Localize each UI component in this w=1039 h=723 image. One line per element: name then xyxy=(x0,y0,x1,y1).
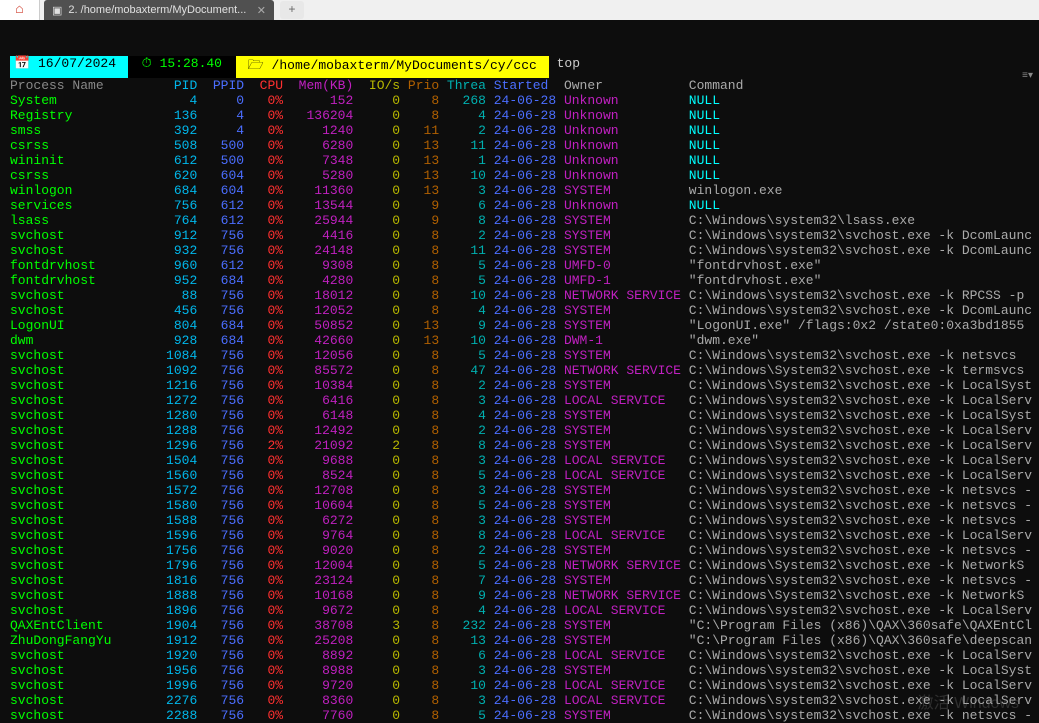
table-row: svchost 1596 756 0% 9764 0 8 8 24-06-28 … xyxy=(10,528,1039,543)
table-row: svchost 1280 756 0% 6148 0 8 4 24-06-28 … xyxy=(10,408,1039,423)
table-row: svchost 1572 756 0% 12708 0 8 3 24-06-28… xyxy=(10,483,1039,498)
table-row: svchost 1896 756 0% 9672 0 8 4 24-06-28 … xyxy=(10,603,1039,618)
table-row: ZhuDongFangYu 1912 756 0% 25208 0 8 13 2… xyxy=(10,633,1039,648)
date-segment: 📅 16/07/2024 xyxy=(10,56,128,78)
titlebar: ⌂ ▣ 2. /home/mobaxterm/MyDocument... ✕ + xyxy=(0,0,1039,20)
home-icon[interactable]: ⌂ xyxy=(0,0,40,20)
table-row: svchost 2288 756 0% 7760 0 8 5 24-06-28 … xyxy=(10,708,1039,723)
table-row: svchost 1756 756 0% 9020 0 8 2 24-06-28 … xyxy=(10,543,1039,558)
table-row: svchost 1216 756 0% 10384 0 8 2 24-06-28… xyxy=(10,378,1039,393)
table-row: svchost 456 756 0% 12052 0 8 4 24-06-28 … xyxy=(10,303,1039,318)
prompt-line: 📅 16/07/2024 ⏱ 15:28.40 🗁 /home/mobaxter… xyxy=(10,56,1039,78)
folder-icon: 🗁 xyxy=(240,58,272,73)
table-header: Process Name PID PPID CPU Mem(KB) IO/s P… xyxy=(10,78,1039,93)
terminal-icon: ▣ xyxy=(52,4,62,17)
table-row: svchost 1796 756 0% 12004 0 8 5 24-06-28… xyxy=(10,558,1039,573)
table-row: LogonUI 804 684 0% 50852 0 13 9 24-06-28… xyxy=(10,318,1039,333)
table-row: svchost 1996 756 0% 9720 0 8 10 24-06-28… xyxy=(10,678,1039,693)
table-row: svchost 1560 756 0% 8524 0 8 5 24-06-28 … xyxy=(10,468,1039,483)
table-row: fontdrvhost 952 684 0% 4280 0 8 5 24-06-… xyxy=(10,273,1039,288)
table-row: svchost 1888 756 0% 10168 0 8 9 24-06-28… xyxy=(10,588,1039,603)
process-table: Process Name PID PPID CPU Mem(KB) IO/s P… xyxy=(10,78,1039,723)
table-row: svchost 932 756 0% 24148 0 8 11 24-06-28… xyxy=(10,243,1039,258)
table-row: System 4 0 0% 152 0 8 268 24-06-28 Unkno… xyxy=(10,93,1039,108)
table-row: svchost 1296 756 2% 21092 2 8 8 24-06-28… xyxy=(10,438,1039,453)
table-row: Registry 136 4 0% 136204 0 8 4 24-06-28 … xyxy=(10,108,1039,123)
table-row: svchost 1920 756 0% 8892 0 8 6 24-06-28 … xyxy=(10,648,1039,663)
table-row: svchost 1092 756 0% 85572 0 8 47 24-06-2… xyxy=(10,363,1039,378)
table-row: svchost 1272 756 0% 6416 0 8 3 24-06-28 … xyxy=(10,393,1039,408)
table-row: fontdrvhost 960 612 0% 9308 0 8 5 24-06-… xyxy=(10,258,1039,273)
table-row: svchost 912 756 0% 4416 0 8 2 24-06-28 S… xyxy=(10,228,1039,243)
tab-add-button[interactable]: + xyxy=(280,1,304,19)
command-text: top xyxy=(549,56,580,78)
table-row: lsass 764 612 0% 25944 0 9 8 24-06-28 SY… xyxy=(10,213,1039,228)
tab-active[interactable]: ▣ 2. /home/mobaxterm/MyDocument... ✕ xyxy=(44,0,274,20)
close-icon[interactable]: ✕ xyxy=(257,4,266,17)
table-row: svchost 1956 756 0% 8988 0 8 3 24-06-28 … xyxy=(10,663,1039,678)
terminal-area[interactable]: ≡▾ 📅 16/07/2024 ⏱ 15:28.40 🗁 /home/mobax… xyxy=(0,56,1039,723)
table-row: svchost 1588 756 0% 6272 0 8 3 24-06-28 … xyxy=(10,513,1039,528)
table-row: svchost 88 756 0% 18012 0 8 10 24-06-28 … xyxy=(10,288,1039,303)
table-row: csrss 508 500 0% 6280 0 13 11 24-06-28 U… xyxy=(10,138,1039,153)
table-row: smss 392 4 0% 1240 0 11 2 24-06-28 Unkno… xyxy=(10,123,1039,138)
table-row: wininit 612 500 0% 7348 0 13 1 24-06-28 … xyxy=(10,153,1039,168)
table-row: QAXEntClient 1904 756 0% 38708 3 8 232 2… xyxy=(10,618,1039,633)
table-row: svchost 1084 756 0% 12056 0 8 5 24-06-28… xyxy=(10,348,1039,363)
table-row: svchost 2276 756 0% 8360 0 8 3 24-06-28 … xyxy=(10,693,1039,708)
table-row: svchost 1816 756 0% 23124 0 8 7 24-06-28… xyxy=(10,573,1039,588)
table-row: svchost 1580 756 0% 10604 0 8 5 24-06-28… xyxy=(10,498,1039,513)
table-row: svchost 1288 756 0% 12492 0 8 2 24-06-28… xyxy=(10,423,1039,438)
table-row: svchost 1504 756 0% 9688 0 8 3 24-06-28 … xyxy=(10,453,1039,468)
clock-icon: ⏱ xyxy=(134,56,160,71)
table-row: dwm 928 684 0% 42660 0 13 10 24-06-28 DW… xyxy=(10,333,1039,348)
time-segment: ⏱ 15:28.40 xyxy=(128,56,236,78)
table-row: winlogon 684 604 0% 11360 0 13 3 24-06-2… xyxy=(10,183,1039,198)
path-segment: 🗁 /home/mobaxterm/MyDocuments/cy/ccc xyxy=(236,56,549,78)
calendar-icon: 📅 xyxy=(14,56,38,71)
table-row: csrss 620 604 0% 5280 0 13 10 24-06-28 U… xyxy=(10,168,1039,183)
menu-icon[interactable]: ≡▾ xyxy=(1022,70,1033,82)
table-row: services 756 612 0% 13544 0 9 6 24-06-28… xyxy=(10,198,1039,213)
tab-title: 2. /home/mobaxterm/MyDocument... xyxy=(68,4,246,16)
